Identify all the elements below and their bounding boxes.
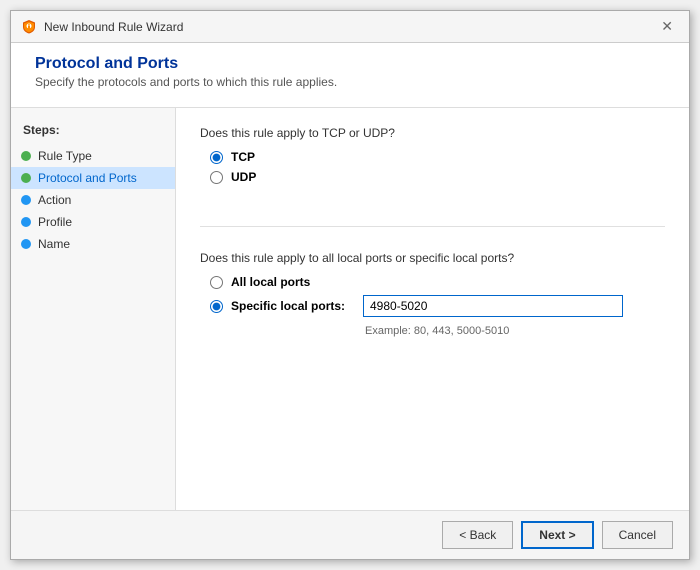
wizard-window: New Inbound Rule Wizard ✕ Protocol and P… xyxy=(10,10,690,560)
back-button[interactable]: < Back xyxy=(442,521,513,549)
ports-question: Does this rule apply to all local ports … xyxy=(200,251,665,265)
sidebar-item-rule-type[interactable]: Rule Type xyxy=(11,145,175,167)
content-area: Steps: Rule Type Protocol and Ports Acti… xyxy=(11,108,689,510)
sidebar: Steps: Rule Type Protocol and Ports Acti… xyxy=(11,108,176,510)
sidebar-item-name[interactable]: Name xyxy=(11,233,175,255)
close-button[interactable]: ✕ xyxy=(655,16,679,37)
all-ports-label: All local ports xyxy=(231,275,310,289)
protocol-section: Does this rule apply to TCP or UDP? TCP … xyxy=(200,126,665,198)
step-dot-rule-type xyxy=(21,151,31,161)
page-title: Protocol and Ports xyxy=(35,55,665,73)
specific-ports-row: Specific local ports: xyxy=(210,295,665,317)
tcp-label: TCP xyxy=(231,150,255,164)
all-ports-radio-row[interactable]: All local ports xyxy=(210,275,665,289)
step-dot-profile xyxy=(21,217,31,227)
sidebar-item-label-name: Name xyxy=(38,237,70,251)
protocol-radio-group: TCP UDP xyxy=(200,150,665,184)
page-header: Protocol and Ports Specify the protocols… xyxy=(11,43,689,108)
steps-label: Steps: xyxy=(11,123,175,145)
page-subtitle: Specify the protocols and ports to which… xyxy=(35,75,665,89)
footer: < Back Next > Cancel xyxy=(11,510,689,559)
title-bar: New Inbound Rule Wizard ✕ xyxy=(11,11,689,43)
ports-section: Does this rule apply to all local ports … xyxy=(200,251,665,337)
step-dot-name xyxy=(21,239,31,249)
udp-radio-row[interactable]: UDP xyxy=(210,170,665,184)
specific-ports-radio[interactable] xyxy=(210,300,223,313)
sidebar-item-label-rule-type: Rule Type xyxy=(38,149,92,163)
section-divider xyxy=(200,226,665,227)
step-dot-protocol-ports xyxy=(21,173,31,183)
tcp-radio[interactable] xyxy=(210,151,223,164)
tcp-radio-row[interactable]: TCP xyxy=(210,150,665,164)
next-button[interactable]: Next > xyxy=(521,521,593,549)
port-input[interactable] xyxy=(363,295,623,317)
sidebar-item-label-profile: Profile xyxy=(38,215,72,229)
window-title: New Inbound Rule Wizard xyxy=(44,20,183,34)
example-text: Example: 80, 443, 5000-5010 xyxy=(365,325,665,337)
sidebar-item-protocol-ports[interactable]: Protocol and Ports xyxy=(11,167,175,189)
main-panel: Does this rule apply to TCP or UDP? TCP … xyxy=(176,108,689,510)
cancel-button[interactable]: Cancel xyxy=(602,521,673,549)
ports-radio-group: All local ports Specific local ports: Ex… xyxy=(200,275,665,337)
specific-ports-label: Specific local ports: xyxy=(231,299,345,313)
sidebar-item-profile[interactable]: Profile xyxy=(11,211,175,233)
sidebar-item-label-action: Action xyxy=(38,193,71,207)
specific-ports-radio-row[interactable]: Specific local ports: xyxy=(210,299,355,313)
sidebar-item-label-protocol-ports: Protocol and Ports xyxy=(38,171,137,185)
step-dot-action xyxy=(21,195,31,205)
protocol-question: Does this rule apply to TCP or UDP? xyxy=(200,126,665,140)
sidebar-item-action[interactable]: Action xyxy=(11,189,175,211)
udp-radio[interactable] xyxy=(210,171,223,184)
shield-icon xyxy=(21,19,37,35)
all-ports-radio[interactable] xyxy=(210,276,223,289)
udp-label: UDP xyxy=(231,170,256,184)
title-bar-left: New Inbound Rule Wizard xyxy=(21,19,183,35)
